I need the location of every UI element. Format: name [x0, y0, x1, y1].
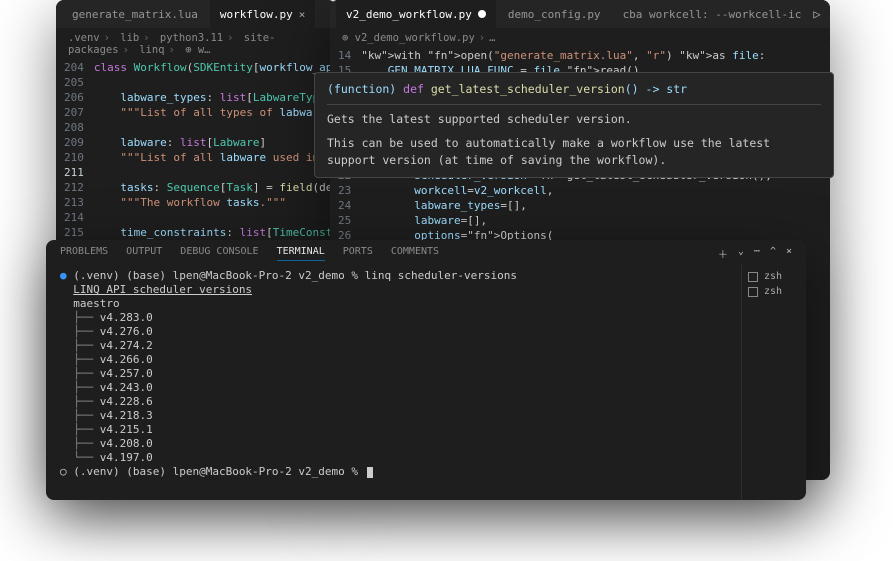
tab-bar-left: generate_matrix.lua workflow.py × [56, 0, 336, 28]
run-icon[interactable]: ▷ [813, 7, 820, 21]
intellisense-hover: (function) def get_latest_scheduler_vers… [314, 72, 834, 178]
version-item: ├── v4.276.0 [60, 325, 727, 339]
tab-v2-demo-workflow[interactable]: v2_demo_workflow.py [336, 0, 496, 28]
terminal-header: LINQ API scheduler versions [73, 283, 252, 296]
version-item: └── v4.197.0 [60, 451, 727, 465]
maximize-icon[interactable]: ^ [770, 246, 776, 261]
panel-tab-terminal[interactable]: TERMINAL [277, 246, 325, 261]
breadcrumb-left[interactable]: .venv› lib› python3.11› site-packages› l… [56, 28, 336, 60]
version-item: ├── v4.283.0 [60, 311, 727, 325]
version-item: ├── v4.266.0 [60, 353, 727, 367]
close-icon[interactable]: × [299, 8, 306, 21]
tab-label: generate_matrix.lua [72, 8, 198, 21]
panel-tab-bar: PROBLEMS OUTPUT DEBUG CONSOLE TERMINAL P… [46, 240, 806, 265]
prompt-bullet-icon: ● [60, 269, 67, 282]
version-item: ├── v4.243.0 [60, 381, 727, 395]
version-item: ├── v4.218.3 [60, 409, 727, 423]
breadcrumb-right[interactable]: ⊕ v2_demo_workflow.py›… [330, 28, 830, 48]
tab-label: workflow.py [220, 8, 293, 21]
panel-tab-ports[interactable]: PORTS [343, 246, 373, 261]
terminal-icon [748, 287, 758, 297]
new-terminal-icon[interactable]: ＋ [718, 246, 728, 261]
panel-tab-problems[interactable]: PROBLEMS [60, 246, 108, 261]
version-item: ├── v4.208.0 [60, 437, 727, 451]
dirty-dot-icon [478, 10, 486, 18]
terminal-icon [748, 272, 758, 282]
hover-doc-line: This can be used to automatically make a… [327, 135, 821, 170]
chevron-down-icon[interactable]: ⌄ [738, 246, 744, 261]
prompt-bullet-icon: ○ [60, 465, 67, 478]
version-item: ├── v4.228.6 [60, 395, 727, 409]
terminal-output[interactable]: ● (.venv) (base) lpen@MacBook-Pro-2 v2_d… [46, 265, 741, 500]
hover-signature: (function) def get_latest_scheduler_vers… [327, 81, 821, 98]
terminal-cursor [367, 467, 373, 478]
close-icon[interactable]: × [786, 246, 792, 261]
version-item: ├── v4.274.2 [60, 339, 727, 353]
tab-label: demo_config.py [508, 8, 601, 21]
hover-doc-line: Gets the latest supported scheduler vers… [327, 111, 821, 128]
version-item: ├── v4.215.1 [60, 423, 727, 437]
more-icon[interactable]: ⋯ [754, 246, 760, 261]
terminal-side-list: zsh zsh [741, 265, 806, 500]
terminal-instance[interactable]: zsh [748, 286, 800, 297]
tab-workflow-py[interactable]: workflow.py × [210, 0, 315, 28]
terminal-panel: PROBLEMS OUTPUT DEBUG CONSOLE TERMINAL P… [46, 240, 806, 500]
terminal-instance[interactable]: zsh [748, 271, 800, 282]
tab-label: v2_demo_workflow.py [346, 8, 472, 21]
tab-bar-right: v2_demo_workflow.py demo_config.py cba w… [330, 0, 830, 28]
panel-tab-comments[interactable]: COMMENTS [391, 246, 439, 261]
version-item: ├── v4.257.0 [60, 367, 727, 381]
tab-label: cba workcell: --workcell-ic [623, 8, 802, 21]
tab-demo-config[interactable]: demo_config.py [498, 0, 611, 28]
tab-generate-matrix[interactable]: generate_matrix.lua [62, 0, 208, 28]
panel-tab-output[interactable]: OUTPUT [126, 246, 162, 261]
panel-tab-debug-console[interactable]: DEBUG CONSOLE [180, 246, 258, 261]
tab-cba-workcell[interactable]: cba workcell: --workcell-ic [613, 0, 812, 28]
